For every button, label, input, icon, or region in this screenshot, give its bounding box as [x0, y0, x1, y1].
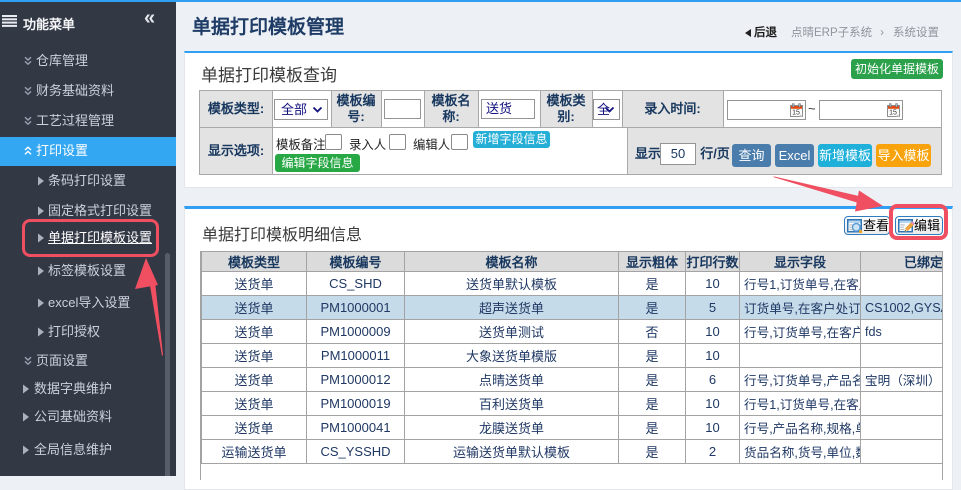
svg-text:15: 15: [792, 109, 800, 116]
svg-text:15: 15: [889, 109, 897, 116]
